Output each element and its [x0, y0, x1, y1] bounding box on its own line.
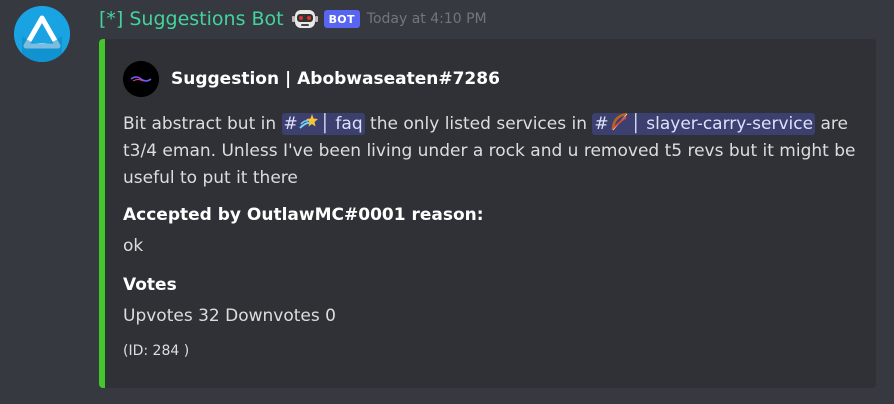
suggestion-embed: Suggestion | Abobwaseaten#7286 Bit abstr… — [99, 39, 876, 388]
description-text: the only listed services in — [364, 114, 593, 134]
channel-name-faq: │ faq — [319, 114, 363, 134]
field-accepted-name: Accepted by OutlawMC#0001 reason: — [123, 205, 484, 225]
field-accepted-value: ok — [123, 236, 144, 256]
bow-and-arrow-emoji-icon — [609, 112, 631, 132]
author-avatar[interactable] — [123, 61, 159, 97]
bot-avatar[interactable] — [14, 6, 70, 62]
field-votes-value: Upvotes 32 Downvotes 0 — [123, 306, 336, 326]
channel-name-slayer-carry-service: │ slayer-carry-service — [630, 114, 814, 134]
dizzy-star-emoji-icon — [298, 112, 320, 132]
channel-mention-faq[interactable]: # │ faq — [281, 112, 365, 135]
message-timestamp[interactable]: Today at 4:10 PM — [367, 11, 487, 27]
triangle-logo-icon — [14, 6, 70, 62]
message-header: [*] Suggestions Bot BOT Today at 4:10 PM — [99, 6, 487, 32]
embed-author: Suggestion | Abobwaseaten#7286 — [123, 61, 500, 97]
channel-hash-icon: # — [283, 114, 298, 134]
embed-description: Bit abstract but in # │ faq the only list… — [123, 111, 863, 192]
description-text: Bit abstract but in — [123, 114, 282, 134]
embed-author-name: Suggestion | Abobwaseaten#7286 — [171, 69, 500, 89]
bot-username[interactable]: [*] Suggestions Bot — [99, 8, 284, 30]
embed-footer-id: (ID: 284 ) — [123, 343, 190, 359]
channel-mention-slayer-carry-service[interactable]: # │ slayer-carry-service — [592, 112, 816, 135]
bot-badge: BOT — [323, 10, 360, 28]
channel-hash-icon: # — [594, 114, 609, 134]
author-avatar-icon — [123, 61, 159, 97]
field-votes-name: Votes — [123, 275, 177, 295]
robot-face-emoji-icon — [291, 7, 318, 31]
